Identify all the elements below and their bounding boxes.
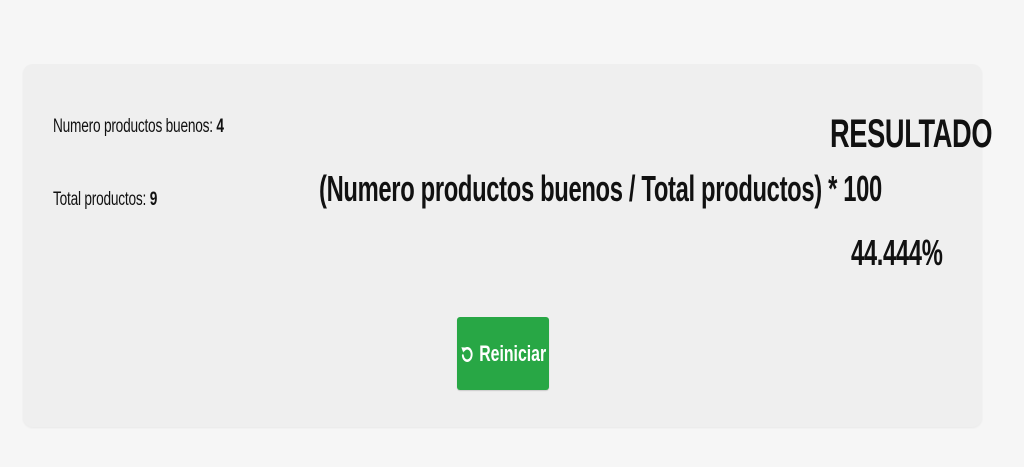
rotate-left-icon [460, 344, 474, 364]
good-products-stat: Numero productos buenos: 4 [53, 116, 224, 138]
reset-button[interactable]: Reiniciar [457, 317, 549, 390]
total-products-value: 9 [149, 189, 158, 210]
result-card: Numero productos buenos: 4 Total product… [23, 64, 992, 427]
result-title: RESULTADO [830, 112, 993, 156]
result-value: 44.444% [851, 232, 943, 273]
good-products-value: 4 [216, 116, 224, 137]
reset-button-content: Reiniciar [460, 341, 546, 367]
total-products-label: Total productos: [53, 189, 147, 210]
total-products-stat: Total productos: 9 [53, 189, 157, 211]
formula-text: (Numero productos buenos / Total product… [319, 168, 882, 209]
good-products-label: Numero productos buenos: [53, 116, 213, 137]
reset-button-label: Reiniciar [479, 340, 547, 366]
